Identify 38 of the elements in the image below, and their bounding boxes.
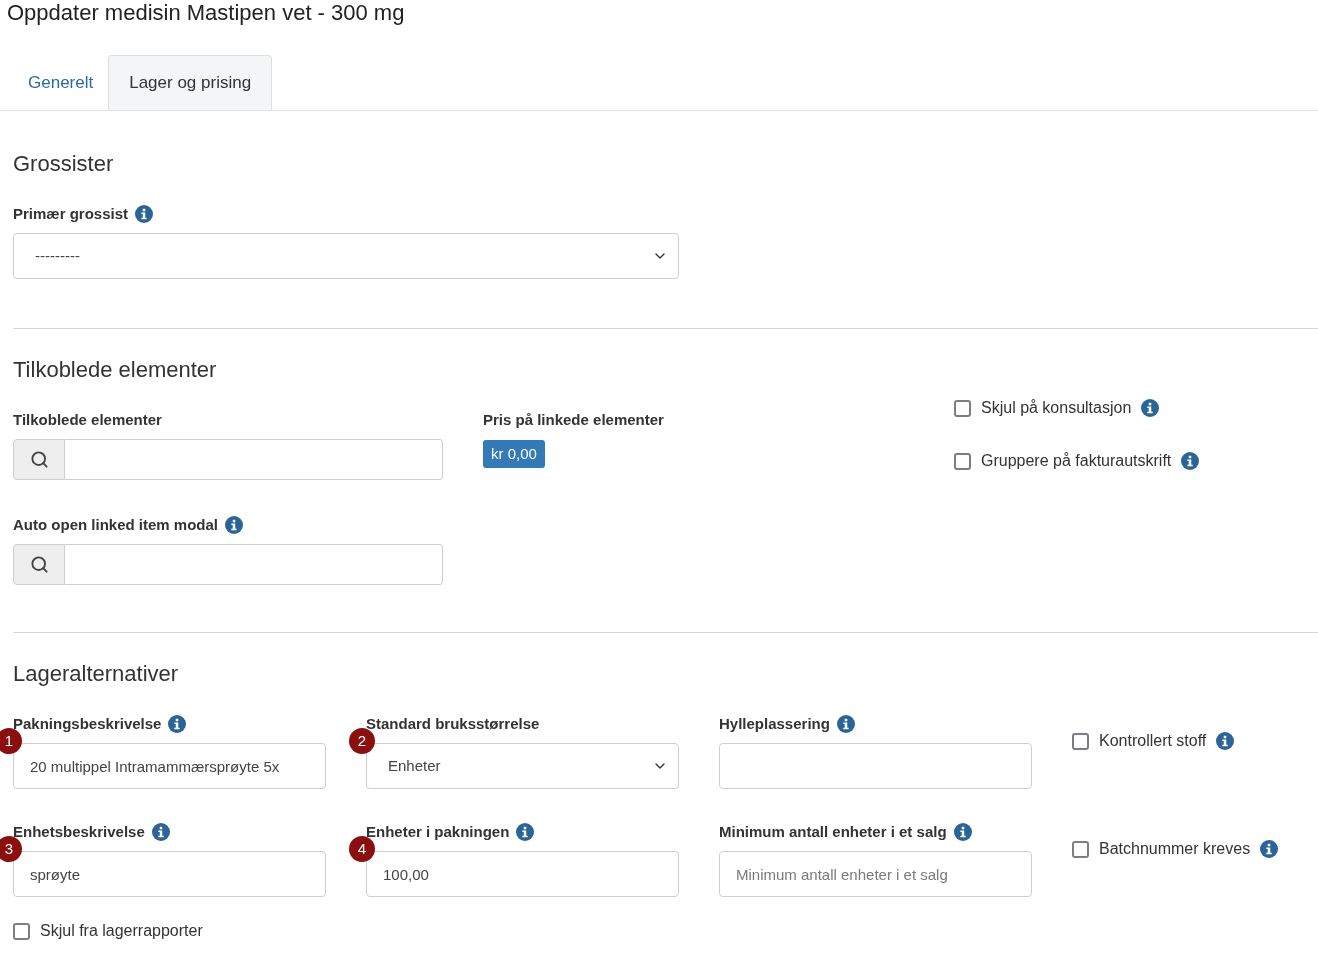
checkbox[interactable] <box>1072 732 1089 750</box>
checkbox-label: Skjul på konsultasjon <box>981 398 1132 418</box>
text-input[interactable] <box>719 743 1032 789</box>
search-input[interactable] <box>65 544 443 585</box>
section-heading: Tilkoblede elementer <box>13 357 218 383</box>
checkbox[interactable] <box>13 922 30 940</box>
number-marker: 4 <box>349 836 375 862</box>
text-input[interactable]: Minimum antall enheter i et salg <box>719 851 1032 897</box>
checkbox[interactable] <box>954 399 971 417</box>
number-marker: 1 <box>0 728 22 754</box>
field-label: Tilkoblede elementer <box>13 410 162 430</box>
dropdown-select[interactable]: --------- <box>13 233 679 279</box>
search-icon <box>29 555 49 574</box>
field-label: Hylleplassering <box>719 714 830 734</box>
field-label: Minimum antall enheter i et salg <box>719 822 947 842</box>
field-label: Primær grossist <box>13 204 129 224</box>
checkbox[interactable] <box>1072 840 1089 858</box>
checkbox-label: Batchnummer kreves <box>1099 839 1251 859</box>
text-input[interactable]: 20 multippel Intramammærsprøyte 5x <box>13 743 326 789</box>
checkbox[interactable] <box>954 452 971 470</box>
search-input[interactable] <box>65 439 443 480</box>
dropdown-select[interactable]: Enheter <box>366 743 679 789</box>
price-badge: kr 0,00 <box>483 440 545 468</box>
field-label: Auto open linked item modal <box>13 515 218 535</box>
section-heading: Grossister <box>13 151 115 177</box>
text-input[interactable]: 100,00 <box>366 851 679 897</box>
text-input[interactable]: sprøyte <box>13 851 326 897</box>
tab[interactable]: Lager og prising <box>108 55 273 110</box>
number-marker: 2 <box>349 728 375 754</box>
number-marker: 3 <box>0 836 22 862</box>
section-heading: Lageralternativer <box>13 661 180 687</box>
search-icon <box>29 450 49 469</box>
checkbox-label: Gruppere på fakturautskrift <box>981 451 1172 471</box>
checkbox-label: Skjul fra lagerrapporter <box>40 921 203 941</box>
tab[interactable]: Generelt <box>13 55 109 110</box>
page-title: Oppdater medisin Mastipen vet - 300 mg <box>6 0 406 26</box>
field-label: Pris på linkede elementer <box>483 410 664 430</box>
checkbox-label: Kontrollert stoff <box>1099 731 1207 751</box>
